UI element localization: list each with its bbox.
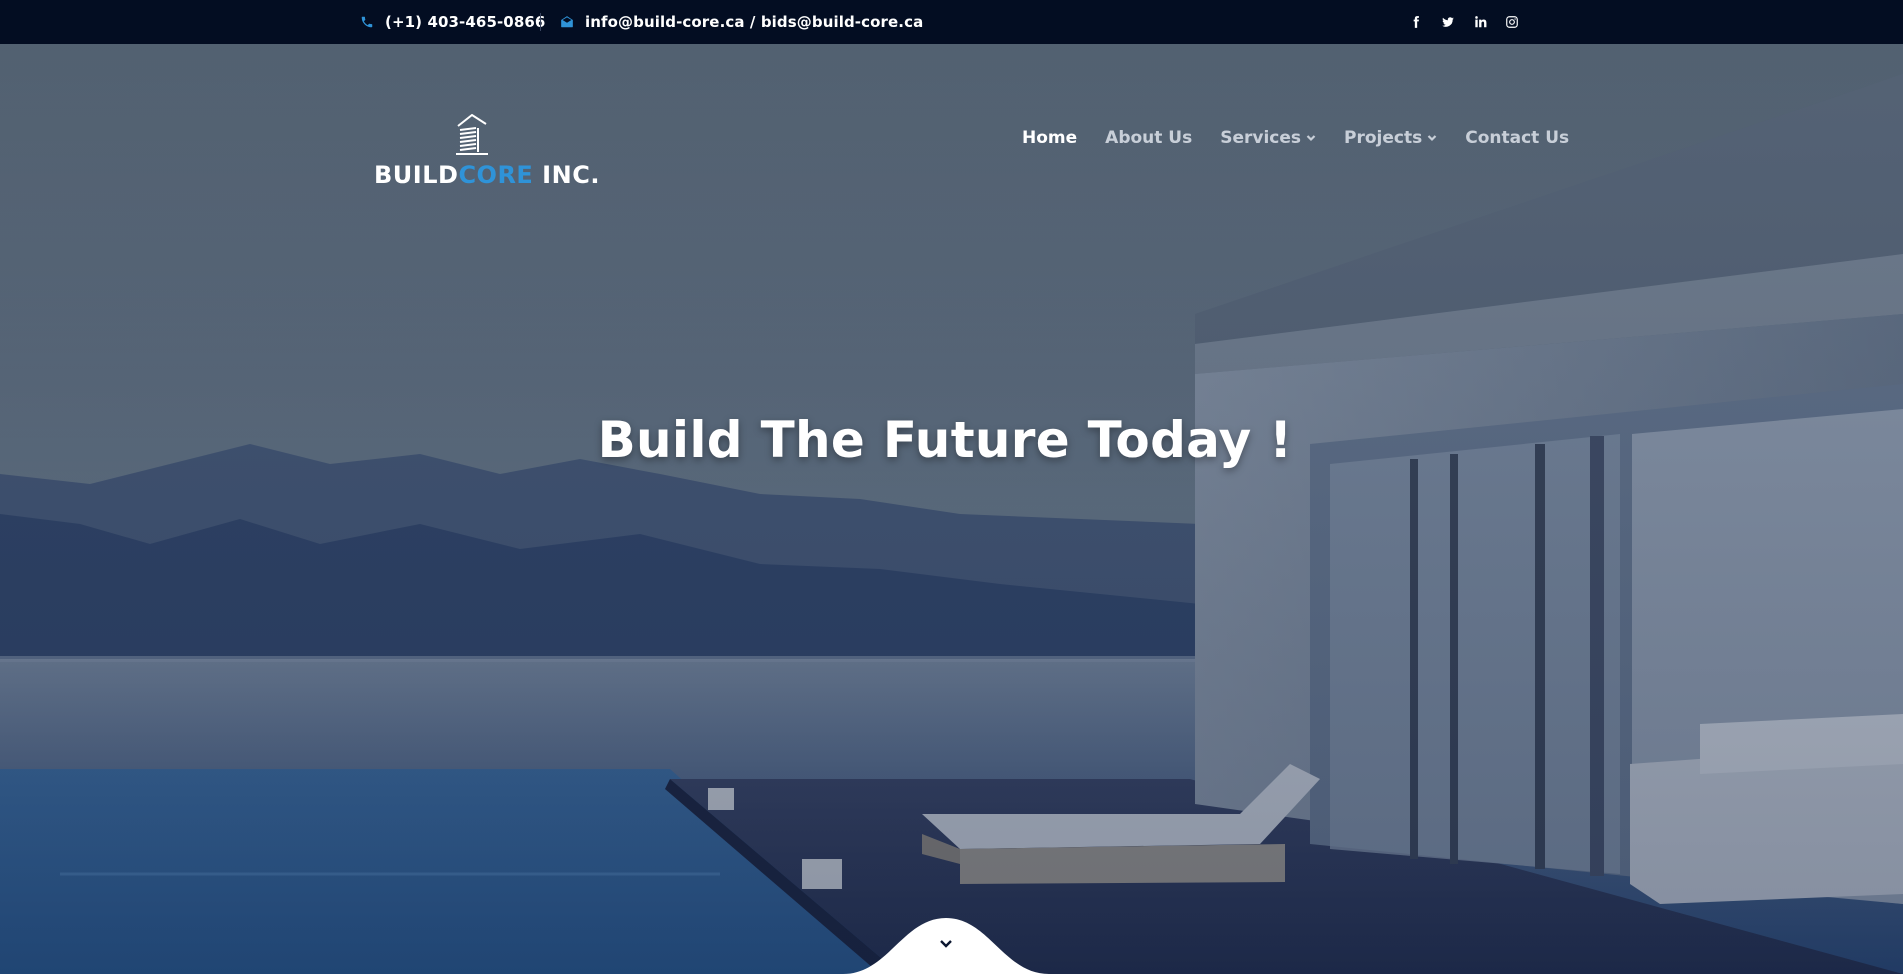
hero-headline: Build The Future Today !: [597, 411, 1293, 469]
chevron-down-icon: [1306, 135, 1316, 142]
nav-contact-us[interactable]: Contact Us: [1465, 128, 1569, 148]
nav-about-us[interactable]: About Us: [1105, 128, 1192, 148]
hero-section: BUILDCORE INC. Home About Us Services Pr…: [0, 44, 1903, 974]
facebook-icon[interactable]: [1408, 14, 1424, 30]
nav-home-label: Home: [1022, 128, 1078, 148]
nav-home[interactable]: Home: [1022, 128, 1077, 148]
nav-contact-us-label: Contact Us: [1465, 128, 1570, 148]
logo-text-core: CORE: [458, 161, 534, 189]
phone-icon: [361, 16, 373, 28]
social-links: [1408, 0, 1520, 44]
chevron-down-icon: [1427, 135, 1437, 142]
logo-text-build: BUILD: [374, 161, 459, 189]
envelope-icon: [561, 16, 573, 28]
email-contact[interactable]: info@build-core.ca / bids@build-core.ca: [560, 0, 923, 44]
nav-services[interactable]: Services: [1220, 128, 1316, 148]
nav-projects[interactable]: Projects: [1344, 128, 1437, 148]
logo-text-inc: INC.: [533, 161, 600, 189]
contact-divider: [540, 13, 541, 31]
nav-projects-label: Projects: [1344, 128, 1423, 148]
hero-background-image: [0, 44, 1903, 974]
nav-services-label: Services: [1220, 128, 1302, 148]
twitter-icon[interactable]: [1440, 14, 1456, 30]
building-icon: [456, 114, 488, 155]
main-navigation: Home About Us Services Projects Contact …: [1022, 124, 1569, 152]
logo-wordmark: BUILDCORE INC.: [374, 161, 600, 189]
instagram-icon[interactable]: [1504, 14, 1520, 30]
email-addresses: info@build-core.ca / bids@build-core.ca: [585, 13, 924, 31]
nav-about-us-label: About Us: [1105, 128, 1193, 148]
linkedin-icon[interactable]: [1472, 14, 1488, 30]
scroll-down-button[interactable]: [843, 910, 1049, 974]
phone-number: (+1) 403-465-0866: [385, 13, 546, 31]
phone-contact[interactable]: (+1) 403-465-0866: [360, 0, 545, 44]
buildcore-logo[interactable]: BUILDCORE INC.: [374, 112, 600, 189]
top-contact-bar: (+1) 403-465-0866 info@build-core.ca / b…: [0, 0, 1903, 44]
